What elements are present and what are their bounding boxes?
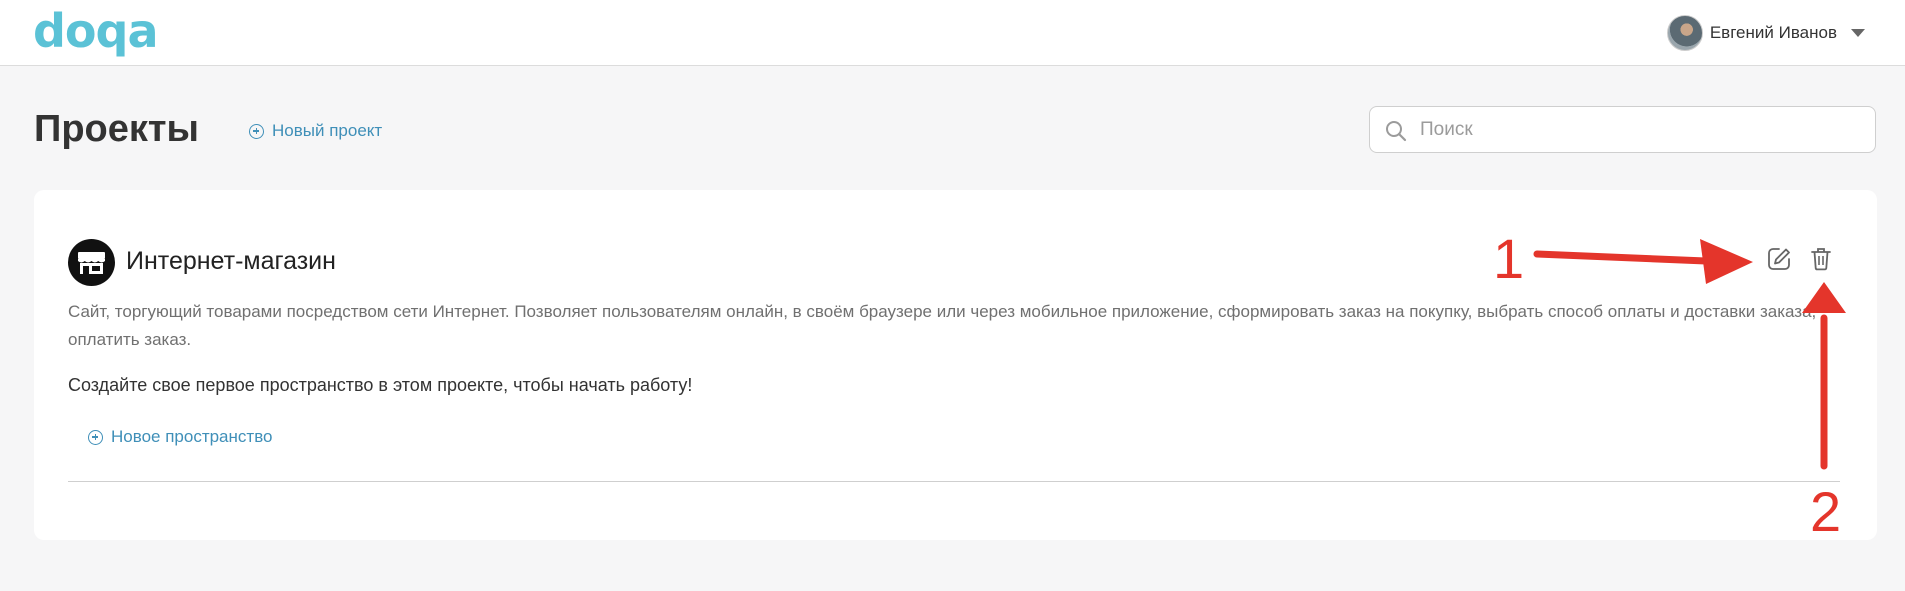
annotation-arrowhead-1 <box>1700 239 1753 284</box>
annotation-arrow-1 <box>1533 250 1710 265</box>
annotation-label-1: 1 <box>1493 227 1525 290</box>
annotation-arrows <box>1533 239 1846 470</box>
annotation-label-2: 2 <box>1810 480 1842 543</box>
annotation-arrowhead-2 <box>1802 282 1846 313</box>
